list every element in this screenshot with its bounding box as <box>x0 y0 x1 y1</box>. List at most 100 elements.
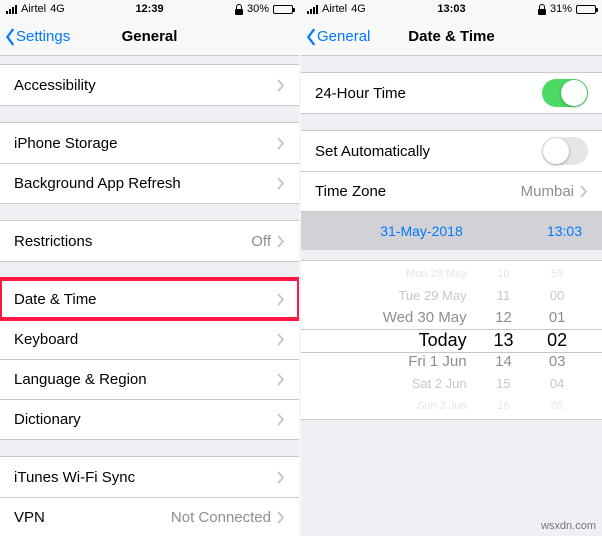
row-label: Time Zone <box>315 183 521 200</box>
status-bar: Airtel 4G 13:03 31% <box>301 0 602 18</box>
row-keyboard[interactable]: Keyboard <box>0 319 299 359</box>
back-button[interactable]: Settings <box>0 28 70 46</box>
network-label: 4G <box>50 3 65 15</box>
nav-bar: General Date & Time <box>301 18 602 56</box>
screen-general: Airtel 4G 12:39 30% Settings General Acc… <box>0 0 301 536</box>
chevron-right-icon <box>277 137 285 150</box>
picker-item: 59 <box>551 263 563 285</box>
battery-percent: 31% <box>550 3 572 15</box>
lock-icon <box>235 4 243 15</box>
watermark: wsxdn.com <box>541 520 596 532</box>
row-label: Background App Refresh <box>14 175 277 192</box>
status-time: 12:39 <box>102 3 198 15</box>
status-bar: Airtel 4G 12:39 30% <box>0 0 299 18</box>
row-accessibility[interactable]: Accessibility <box>0 65 299 105</box>
chevron-right-icon <box>277 333 285 346</box>
group-restrictions: Restrictions Off <box>0 220 299 262</box>
picker-col-hour[interactable]: 10 11 12 13 14 15 16 <box>477 261 531 419</box>
row-value: Mumbai <box>521 183 574 200</box>
battery-icon <box>273 5 293 14</box>
row-label: Date & Time <box>14 291 277 308</box>
selected-date: 31-May-2018 <box>321 223 522 239</box>
row-dictionary[interactable]: Dictionary <box>0 399 299 439</box>
row-label: Dictionary <box>14 411 277 428</box>
chevron-right-icon <box>277 413 285 426</box>
chevron-left-icon <box>305 28 317 46</box>
signal-icon <box>6 5 17 14</box>
chevron-right-icon <box>277 471 285 484</box>
row-label: Keyboard <box>14 331 277 348</box>
back-label: General <box>317 28 370 45</box>
picker-item: 16 <box>497 395 509 417</box>
picker-item: 10 <box>497 263 509 285</box>
toggle-24-hour[interactable] <box>542 79 588 107</box>
toggle-set-auto[interactable] <box>542 137 588 165</box>
network-label: 4G <box>351 3 366 15</box>
chevron-right-icon <box>277 511 285 524</box>
back-button[interactable]: General <box>301 28 370 46</box>
row-date-time[interactable]: Date & Time <box>0 279 299 319</box>
carrier-label: Airtel <box>21 3 46 15</box>
picker-col-minute[interactable]: 59 00 01 02 03 04 05 <box>530 261 584 419</box>
group-timezone: Set Automatically Time Zone Mumbai <box>301 130 602 212</box>
chevron-left-icon <box>4 28 16 46</box>
picker-item: Fri 1 Jun <box>408 351 466 373</box>
battery-percent: 30% <box>247 3 269 15</box>
row-language-region[interactable]: Language & Region <box>0 359 299 399</box>
row-restrictions[interactable]: Restrictions Off <box>0 221 299 261</box>
status-time: 13:03 <box>403 3 499 15</box>
picker-item-selected: 02 <box>547 329 567 351</box>
chevron-right-icon <box>277 293 285 306</box>
row-label: VPN <box>14 509 171 526</box>
row-iphone-storage[interactable]: iPhone Storage <box>0 123 299 163</box>
nav-bar: Settings General <box>0 18 299 56</box>
row-label: 24-Hour Time <box>315 85 542 102</box>
picker-item: 14 <box>495 351 512 373</box>
signal-icon <box>307 5 318 14</box>
chevron-right-icon <box>277 79 285 92</box>
picker-item: Mon 28 May <box>406 263 467 285</box>
battery-icon <box>576 5 596 14</box>
row-time-zone[interactable]: Time Zone Mumbai <box>301 171 602 211</box>
row-24-hour: 24-Hour Time <box>301 73 602 113</box>
row-label: Restrictions <box>14 233 251 250</box>
picker-item: Wed 30 May <box>383 307 467 329</box>
selected-datetime[interactable]: 31-May-2018 13:03 <box>301 212 602 250</box>
chevron-right-icon <box>580 185 588 198</box>
row-vpn[interactable]: VPN Not Connected <box>0 497 299 536</box>
group-24hour: 24-Hour Time <box>301 72 602 114</box>
selected-time: 13:03 <box>522 223 582 239</box>
picker-item: Sun 3 Jun <box>417 395 467 417</box>
picker-item: 03 <box>549 351 566 373</box>
screen-date-time: Airtel 4G 13:03 31% General Date & Time … <box>301 0 602 536</box>
group-sync: iTunes Wi-Fi Sync VPN Not Connected <box>0 456 299 536</box>
chevron-right-icon <box>277 177 285 190</box>
row-label: iPhone Storage <box>14 135 277 152</box>
row-value: Not Connected <box>171 509 271 526</box>
back-label: Settings <box>16 28 70 45</box>
picker-item-selected: 13 <box>493 329 513 351</box>
row-background-refresh[interactable]: Background App Refresh <box>0 163 299 203</box>
picker-item: Tue 29 May <box>398 285 466 307</box>
picker-item: 01 <box>549 307 566 329</box>
lock-icon <box>538 4 546 15</box>
picker-item: 12 <box>495 307 512 329</box>
row-label: Set Automatically <box>315 143 542 160</box>
picker-item: 15 <box>496 373 510 395</box>
picker-col-date[interactable]: Mon 28 May Tue 29 May Wed 30 May Today F… <box>319 261 477 419</box>
group-accessibility: Accessibility <box>0 64 299 106</box>
row-itunes-wifi[interactable]: iTunes Wi-Fi Sync <box>0 457 299 497</box>
group-input: Date & Time Keyboard Language & Region D… <box>0 278 299 440</box>
row-label: iTunes Wi-Fi Sync <box>14 469 277 486</box>
picker-item: 05 <box>551 395 563 417</box>
datetime-picker[interactable]: Mon 28 May Tue 29 May Wed 30 May Today F… <box>301 260 602 420</box>
picker-item: 11 <box>497 285 511 307</box>
picker-item: 00 <box>550 285 564 307</box>
group-storage: iPhone Storage Background App Refresh <box>0 122 299 204</box>
row-set-automatically: Set Automatically <box>301 131 602 171</box>
picker-item: 04 <box>550 373 564 395</box>
row-label: Language & Region <box>14 371 277 388</box>
carrier-label: Airtel <box>322 3 347 15</box>
row-label: Accessibility <box>14 77 277 94</box>
picker-item-selected: Today <box>419 329 467 351</box>
